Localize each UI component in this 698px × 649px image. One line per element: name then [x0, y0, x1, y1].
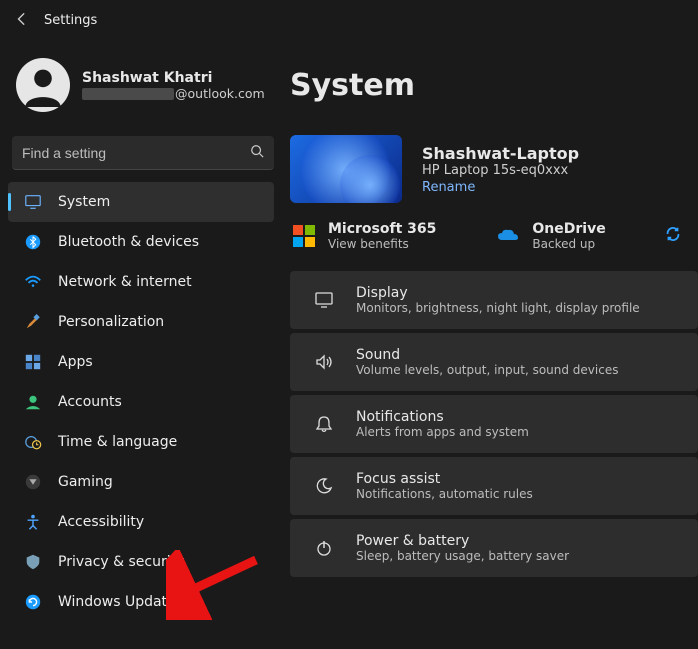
sidebar-item-label: Privacy & security — [58, 554, 184, 570]
sidebar-item-apps[interactable]: Apps — [8, 342, 274, 382]
sidebar-item-bluetooth[interactable]: Bluetooth & devices — [8, 222, 274, 262]
gaming-icon — [22, 473, 44, 491]
sidebar-item-accounts[interactable]: Accounts — [8, 382, 274, 422]
page-heading: System — [290, 68, 698, 103]
rename-link[interactable]: Rename — [422, 180, 579, 195]
microsoft-365-title: Microsoft 365 — [328, 221, 436, 237]
sync-button[interactable] — [662, 223, 684, 245]
onedrive-icon — [494, 222, 522, 250]
main-content: System Shashwat-Laptop HP Laptop 15s-eq0… — [290, 40, 698, 649]
sidebar-item-label: Bluetooth & devices — [58, 234, 199, 250]
card-display[interactable]: Display Monitors, brightness, night ligh… — [290, 271, 698, 329]
redacted-username — [82, 88, 174, 100]
sidebar-item-label: Personalization — [58, 314, 164, 330]
card-sub: Volume levels, output, input, sound devi… — [356, 363, 618, 377]
card-sub: Alerts from apps and system — [356, 425, 529, 439]
sidebar-item-network[interactable]: Network & internet — [8, 262, 274, 302]
sidebar-item-system[interactable]: System — [8, 182, 274, 222]
wifi-icon — [22, 273, 44, 291]
device-info: Shashwat-Laptop HP Laptop 15s-eq0xxx Ren… — [290, 127, 698, 221]
back-button[interactable] — [8, 11, 36, 30]
avatar — [16, 58, 70, 112]
onedrive-card[interactable]: OneDrive Backed up — [494, 221, 605, 251]
power-icon — [306, 538, 342, 558]
sidebar-item-accessibility[interactable]: Accessibility — [8, 502, 274, 542]
card-title: Power & battery — [356, 533, 569, 549]
device-wallpaper-thumb — [290, 135, 402, 203]
card-sub: Sleep, battery usage, battery saver — [356, 549, 569, 563]
account-icon — [22, 393, 44, 411]
accessibility-icon — [22, 513, 44, 531]
system-icon — [22, 193, 44, 211]
display-icon — [306, 290, 342, 310]
sidebar-item-label: Network & internet — [58, 274, 192, 290]
card-title: Focus assist — [356, 471, 533, 487]
sidebar-item-label: Accounts — [58, 394, 122, 410]
sidebar: Shashwat Khatri @outlook.com System Blue… — [0, 40, 290, 649]
sidebar-item-label: Accessibility — [58, 514, 144, 530]
settings-card-list: Display Monitors, brightness, night ligh… — [290, 271, 698, 577]
card-sub: Notifications, automatic rules — [356, 487, 533, 501]
profile[interactable]: Shashwat Khatri @outlook.com — [4, 48, 282, 126]
device-model: HP Laptop 15s-eq0xxx — [422, 163, 579, 178]
sidebar-item-privacy-security[interactable]: Privacy & security — [8, 542, 274, 582]
brush-icon — [22, 313, 44, 331]
microsoft-365-card[interactable]: Microsoft 365 View benefits — [290, 221, 436, 251]
sidebar-item-label: Time & language — [58, 434, 177, 450]
window-title: Settings — [44, 13, 97, 28]
microsoft-365-icon — [290, 222, 318, 250]
sidebar-item-label: Windows Update — [58, 594, 176, 610]
search-icon — [250, 144, 264, 162]
apps-icon — [22, 353, 44, 371]
globe-clock-icon — [22, 433, 44, 451]
onedrive-sub: Backed up — [532, 237, 605, 251]
shield-icon — [22, 553, 44, 571]
cloud-services-row: Microsoft 365 View benefits OneDrive Bac… — [290, 221, 698, 269]
sidebar-item-windows-update[interactable]: Windows Update — [8, 582, 274, 622]
card-power-battery[interactable]: Power & battery Sleep, battery usage, ba… — [290, 519, 698, 577]
update-icon — [22, 593, 44, 611]
card-focus-assist[interactable]: Focus assist Notifications, automatic ru… — [290, 457, 698, 515]
card-title: Sound — [356, 347, 618, 363]
onedrive-title: OneDrive — [532, 221, 605, 237]
sidebar-item-label: Gaming — [58, 474, 113, 490]
card-notifications[interactable]: Notifications Alerts from apps and syste… — [290, 395, 698, 453]
sidebar-item-label: System — [58, 194, 110, 210]
sidebar-item-gaming[interactable]: Gaming — [8, 462, 274, 502]
search-box[interactable] — [12, 136, 274, 170]
card-title: Display — [356, 285, 640, 301]
card-title: Notifications — [356, 409, 529, 425]
profile-name: Shashwat Khatri — [82, 70, 265, 86]
device-name: Shashwat-Laptop — [422, 144, 579, 163]
search-input[interactable] — [22, 145, 250, 161]
bell-icon — [306, 414, 342, 434]
sidebar-item-personalization[interactable]: Personalization — [8, 302, 274, 342]
card-sound[interactable]: Sound Volume levels, output, input, soun… — [290, 333, 698, 391]
sound-icon — [306, 352, 342, 372]
moon-icon — [306, 476, 342, 496]
bluetooth-icon — [22, 233, 44, 251]
sidebar-item-time-language[interactable]: Time & language — [8, 422, 274, 462]
profile-email: @outlook.com — [82, 86, 265, 101]
microsoft-365-sub: View benefits — [328, 237, 436, 251]
card-sub: Monitors, brightness, night light, displ… — [356, 301, 640, 315]
sidebar-item-label: Apps — [58, 354, 93, 370]
sidebar-nav: System Bluetooth & devices Network & int… — [4, 182, 282, 622]
